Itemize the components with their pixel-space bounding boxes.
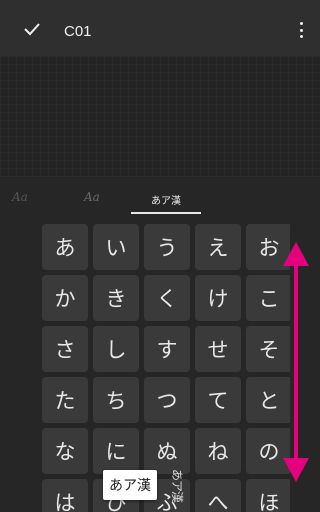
key[interactable]: な [42, 428, 88, 474]
tab-italic-latin[interactable]: Aa [84, 190, 100, 204]
script-option-vertical[interactable]: あア漢 [169, 468, 186, 501]
tab-outline-latin[interactable]: Aa [12, 190, 28, 204]
key[interactable]: あ [42, 224, 88, 270]
key[interactable]: え [195, 224, 241, 270]
key[interactable]: し [93, 326, 139, 372]
key[interactable]: て [195, 377, 241, 423]
app-bar: C01 [0, 0, 320, 56]
script-option-selected[interactable]: あア漢 [103, 470, 157, 500]
scroll-double-arrow-icon [283, 242, 309, 482]
tab-japanese[interactable]: あア漢 [151, 192, 181, 207]
key[interactable]: ほ [246, 479, 290, 512]
key[interactable]: は [42, 479, 88, 512]
page-title: C01 [64, 23, 92, 40]
tab-selected-indicator [131, 212, 201, 214]
key[interactable]: た [42, 377, 88, 423]
kana-keyboard: あいうえおかきくけこさしすせそたちつてとなにぬねのはひふへほ [42, 224, 290, 512]
key[interactable]: せ [195, 326, 241, 372]
key[interactable]: け [195, 275, 241, 321]
check-icon[interactable] [24, 22, 40, 36]
key[interactable]: す [144, 326, 190, 372]
drawing-canvas[interactable] [0, 56, 320, 178]
more-vert-icon[interactable] [296, 22, 306, 38]
key[interactable]: に [93, 428, 139, 474]
key[interactable]: ち [93, 377, 139, 423]
key[interactable]: い [93, 224, 139, 270]
key[interactable]: う [144, 224, 190, 270]
script-picker-popup: あア漢 あア漢 [103, 468, 229, 502]
key[interactable]: ぬ [144, 428, 190, 474]
key[interactable]: さ [42, 326, 88, 372]
key[interactable]: き [93, 275, 139, 321]
key[interactable]: ね [195, 428, 241, 474]
key[interactable]: く [144, 275, 190, 321]
key[interactable]: つ [144, 377, 190, 423]
key[interactable]: か [42, 275, 88, 321]
